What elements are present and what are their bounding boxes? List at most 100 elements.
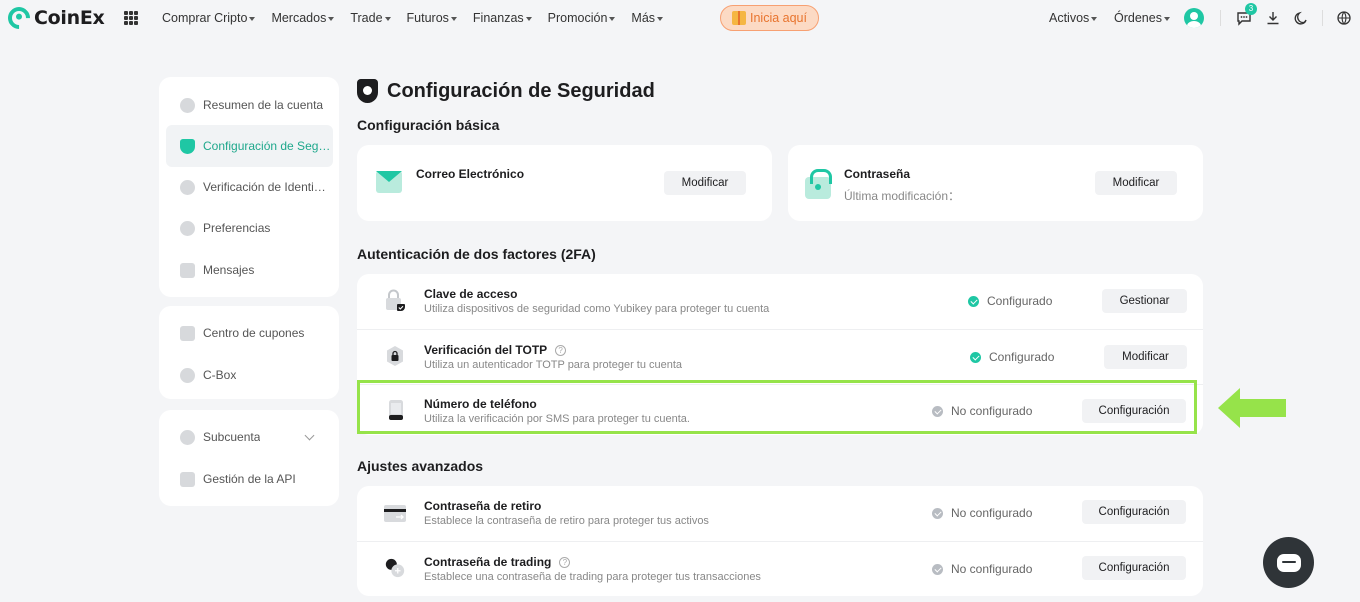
password-modify-button[interactable]: Modificar — [1095, 171, 1177, 195]
row-title: Verificación del TOTP? — [424, 343, 567, 357]
email-title: Correo Electrónico — [416, 167, 525, 181]
nav-label: Activos — [1049, 11, 1090, 25]
row-title-text: Clave de acceso — [424, 287, 518, 301]
apps-grid-icon[interactable] — [124, 11, 138, 25]
sidebar-item-label: Resumen de la cuenta — [203, 98, 324, 112]
help-icon[interactable]: ? — [555, 344, 567, 356]
mail-icon — [376, 171, 402, 193]
caret-down-icon — [1163, 16, 1170, 21]
trading-coin-icon — [385, 558, 405, 578]
passkey-manage-button[interactable]: Gestionar — [1102, 289, 1187, 313]
sidebar-group-advanced: Subcuenta Gestión de la API — [159, 410, 339, 506]
caret-down-icon — [328, 16, 335, 21]
id-icon — [180, 179, 195, 195]
row-title: Contraseña de trading? — [424, 555, 571, 569]
download-icon[interactable] — [1265, 10, 1281, 26]
list-item-passkey: Clave de acceso Utiliza dispositivos de … — [357, 274, 1203, 329]
nav-ordenes[interactable]: Órdenes — [1114, 11, 1170, 25]
nav-futuros[interactable]: Futuros — [407, 11, 457, 25]
status-text: No configurado — [951, 562, 1033, 576]
nav-label: Futuros — [406, 11, 449, 25]
nav-promocion[interactable]: Promoción — [548, 11, 616, 25]
caret-down-icon — [525, 16, 532, 21]
top-navbar: CoinEx Comprar Cripto Mercados Trade Fut… — [0, 0, 1360, 36]
nav-trade[interactable]: Trade — [350, 11, 391, 25]
sidebar-item-label: C-Box — [203, 368, 237, 382]
coupon-icon — [180, 325, 195, 341]
nav-label: Órdenes — [1114, 11, 1162, 25]
check-circle-icon — [970, 351, 981, 363]
dark-mode-icon[interactable] — [1293, 10, 1309, 26]
coinex-logo[interactable]: CoinEx — [3, 2, 105, 34]
nav-comprar-cripto[interactable]: Comprar Cripto — [162, 11, 256, 25]
message-icon — [180, 262, 195, 278]
status-badge: Configurado — [968, 294, 1052, 308]
nav-label: Promoción — [547, 11, 608, 25]
sidebar-item-label: Verificación de Identidad — [203, 180, 331, 194]
caret-down-icon — [249, 16, 256, 21]
email-modify-button[interactable]: Modificar — [664, 171, 746, 195]
nav-activos[interactable]: Activos — [1049, 11, 1098, 25]
sidebar-item-label: Subcuenta — [203, 430, 261, 444]
shield-icon — [180, 138, 195, 154]
sidebar-item-subcuenta[interactable]: Subcuenta — [159, 417, 339, 457]
avatar[interactable] — [1184, 8, 1204, 28]
sidebar-item-verificacion[interactable]: Verificación de Identidad — [159, 167, 339, 207]
support-chat-button[interactable] — [1263, 537, 1314, 588]
withdraw-password-configure-button[interactable]: Configuración — [1082, 500, 1186, 524]
section-heading-advanced: Ajustes avanzados — [357, 458, 484, 474]
password-card: Contraseña Última modificación： Modifica… — [788, 145, 1203, 221]
totp-modify-button[interactable]: Modificar — [1104, 345, 1187, 369]
sidebar-item-api[interactable]: Gestión de la API — [159, 459, 339, 499]
sidebar-group-account: Resumen de la cuenta Configuración de Se… — [159, 77, 339, 297]
sidebar-item-label: Configuración de Seguridad — [203, 139, 332, 153]
caret-down-icon — [609, 16, 616, 21]
nav-label: Finanzas — [472, 11, 524, 25]
sidebar-item-cupones[interactable]: Centro de cupones — [159, 313, 339, 353]
sidebar-item-seguridad[interactable]: Configuración de Seguridad — [166, 125, 333, 167]
check-circle-icon — [968, 295, 979, 307]
caret-down-icon — [384, 16, 391, 21]
notification-badge: 3 — [1245, 3, 1257, 15]
help-icon[interactable]: ? — [559, 556, 571, 568]
sidebar-group-rewards: Centro de cupones C-Box — [159, 306, 339, 399]
sidebar-item-preferencias[interactable]: Preferencias — [159, 208, 339, 248]
divider — [1322, 10, 1323, 26]
sidebar-item-mensajes[interactable]: Mensajes — [159, 250, 339, 290]
sidebar-item-cbox[interactable]: C-Box — [159, 355, 339, 395]
status-text: No configurado — [951, 506, 1033, 520]
caret-down-icon — [450, 16, 457, 21]
promo-start-button[interactable]: Inicia aquí — [720, 5, 819, 31]
row-description: Establece una contraseña de trading para… — [424, 571, 761, 583]
arrow-left-icon — [1218, 388, 1286, 428]
nav-label: Comprar Cripto — [162, 11, 248, 25]
gift-box-icon — [180, 367, 195, 383]
caret-down-icon — [657, 16, 664, 21]
row-title-text: Contraseña de trading — [424, 555, 552, 569]
status-text: Configurado — [987, 294, 1053, 308]
shield-icon — [357, 79, 378, 103]
advanced-card: Contraseña de retiro Establece la contra… — [357, 486, 1203, 596]
status-text: Configurado — [989, 350, 1055, 364]
page-title-text: Configuración de Seguridad — [387, 79, 655, 102]
lock-icon — [805, 169, 832, 199]
row-description: Utiliza un autenticador TOTP para proteg… — [424, 359, 683, 371]
caret-down-icon — [1091, 16, 1098, 21]
sidebar-item-resumen[interactable]: Resumen de la cuenta — [159, 85, 339, 125]
logo-text: CoinEx — [34, 7, 105, 29]
globe-icon[interactable] — [1336, 10, 1352, 26]
row-title-text: Verificación del TOTP — [424, 343, 548, 357]
sidebar-item-label: Gestión de la API — [203, 472, 296, 486]
status-badge: Configurado — [970, 350, 1054, 364]
nav-mas[interactable]: Más — [631, 11, 664, 25]
page-title: Configuración de Seguridad — [357, 79, 655, 103]
gift-icon — [732, 11, 746, 25]
nav-finanzas[interactable]: Finanzas — [473, 11, 532, 25]
trading-password-configure-button[interactable]: Configuración — [1082, 556, 1186, 580]
list-item-withdraw-password: Contraseña de retiro Establece la contra… — [357, 486, 1203, 541]
sidebar-item-label: Mensajes — [203, 263, 255, 277]
nav-label: Mercados — [271, 11, 327, 25]
nav-mercados[interactable]: Mercados — [271, 11, 335, 25]
list-item-totp: Verificación del TOTP? Utiliza un autent… — [357, 329, 1203, 384]
row-title: Clave de acceso — [424, 287, 517, 301]
